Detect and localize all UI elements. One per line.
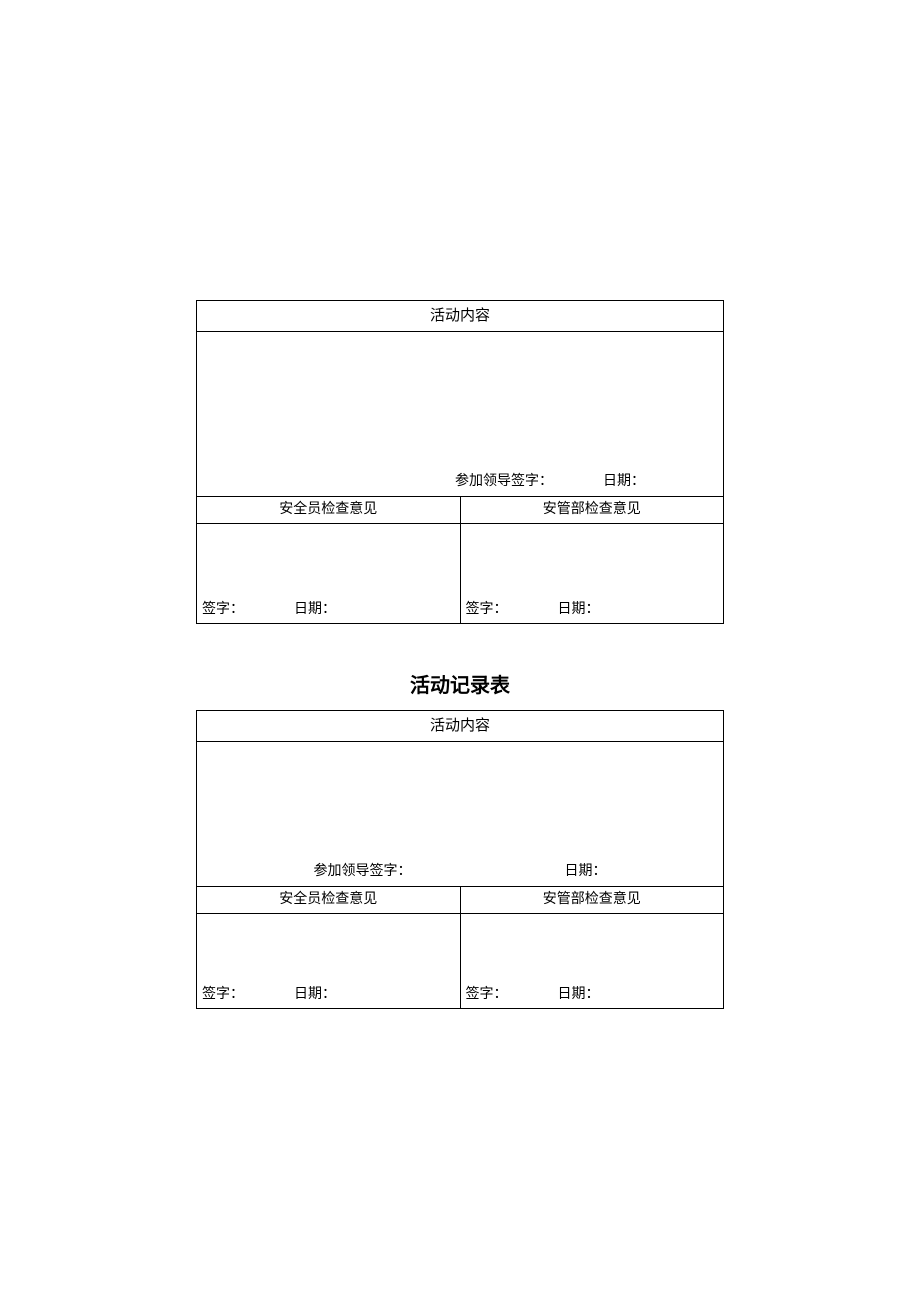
safety-dept-opinion-header: 安管部检查意见	[460, 497, 724, 524]
officer-sign-label-2: 签字：	[202, 983, 244, 1003]
officer-date-label-2: 日期：	[294, 983, 336, 1003]
activity-content-body: 参加领导签字： 日期：	[197, 332, 724, 497]
safety-dept-opinion-body: 签字： 日期：	[460, 524, 724, 624]
safety-dept-opinion-body-2: 签字： 日期：	[460, 914, 724, 1009]
form-title: 活动记录表	[410, 669, 510, 698]
safety-officer-opinion-header: 安全员检查意见	[197, 497, 461, 524]
dept-sign-label: 签字：	[466, 598, 508, 618]
safety-officer-opinion-header-2: 安全员检查意见	[197, 887, 461, 914]
document-page: 活动内容 参加领导签字： 日期： 安全员检查意见 安管部检查意见 签字： 日期：	[0, 0, 920, 1009]
dept-signature-line: 签字： 日期：	[466, 598, 729, 618]
officer-signature-line: 签字： 日期：	[202, 598, 465, 618]
leader-signature-line: 参加领导签字： 日期：	[197, 470, 723, 490]
activity-content-header: 活动内容	[197, 301, 724, 332]
leader-sign-label-2: 参加领导签字：	[314, 860, 412, 880]
dept-date-label-2: 日期：	[558, 983, 600, 1003]
leader-signature-line-2: 参加领导签字： 日期：	[197, 860, 723, 880]
officer-signature-line-2: 签字： 日期：	[202, 983, 465, 1003]
activity-form-table-1: 活动内容 参加领导签字： 日期： 安全员检查意见 安管部检查意见 签字： 日期：	[196, 300, 724, 624]
safety-officer-opinion-body: 签字： 日期：	[197, 524, 461, 624]
leader-date-label: 日期：	[603, 470, 645, 490]
officer-date-label: 日期：	[294, 598, 336, 618]
dept-sign-label-2: 签字：	[466, 983, 508, 1003]
activity-content-header-2: 活动内容	[197, 711, 724, 742]
dept-signature-line-2: 签字： 日期：	[466, 983, 729, 1003]
leader-sign-label: 参加领导签字：	[455, 470, 553, 490]
safety-dept-opinion-header-2: 安管部检查意见	[460, 887, 724, 914]
activity-content-body-2: 参加领导签字： 日期：	[197, 742, 724, 887]
activity-form-table-2: 活动内容 参加领导签字： 日期： 安全员检查意见 安管部检查意见 签字： 日期：	[196, 710, 724, 1009]
leader-date-label-2: 日期：	[565, 860, 607, 880]
officer-sign-label: 签字：	[202, 598, 244, 618]
safety-officer-opinion-body-2: 签字： 日期：	[197, 914, 461, 1009]
dept-date-label: 日期：	[558, 598, 600, 618]
